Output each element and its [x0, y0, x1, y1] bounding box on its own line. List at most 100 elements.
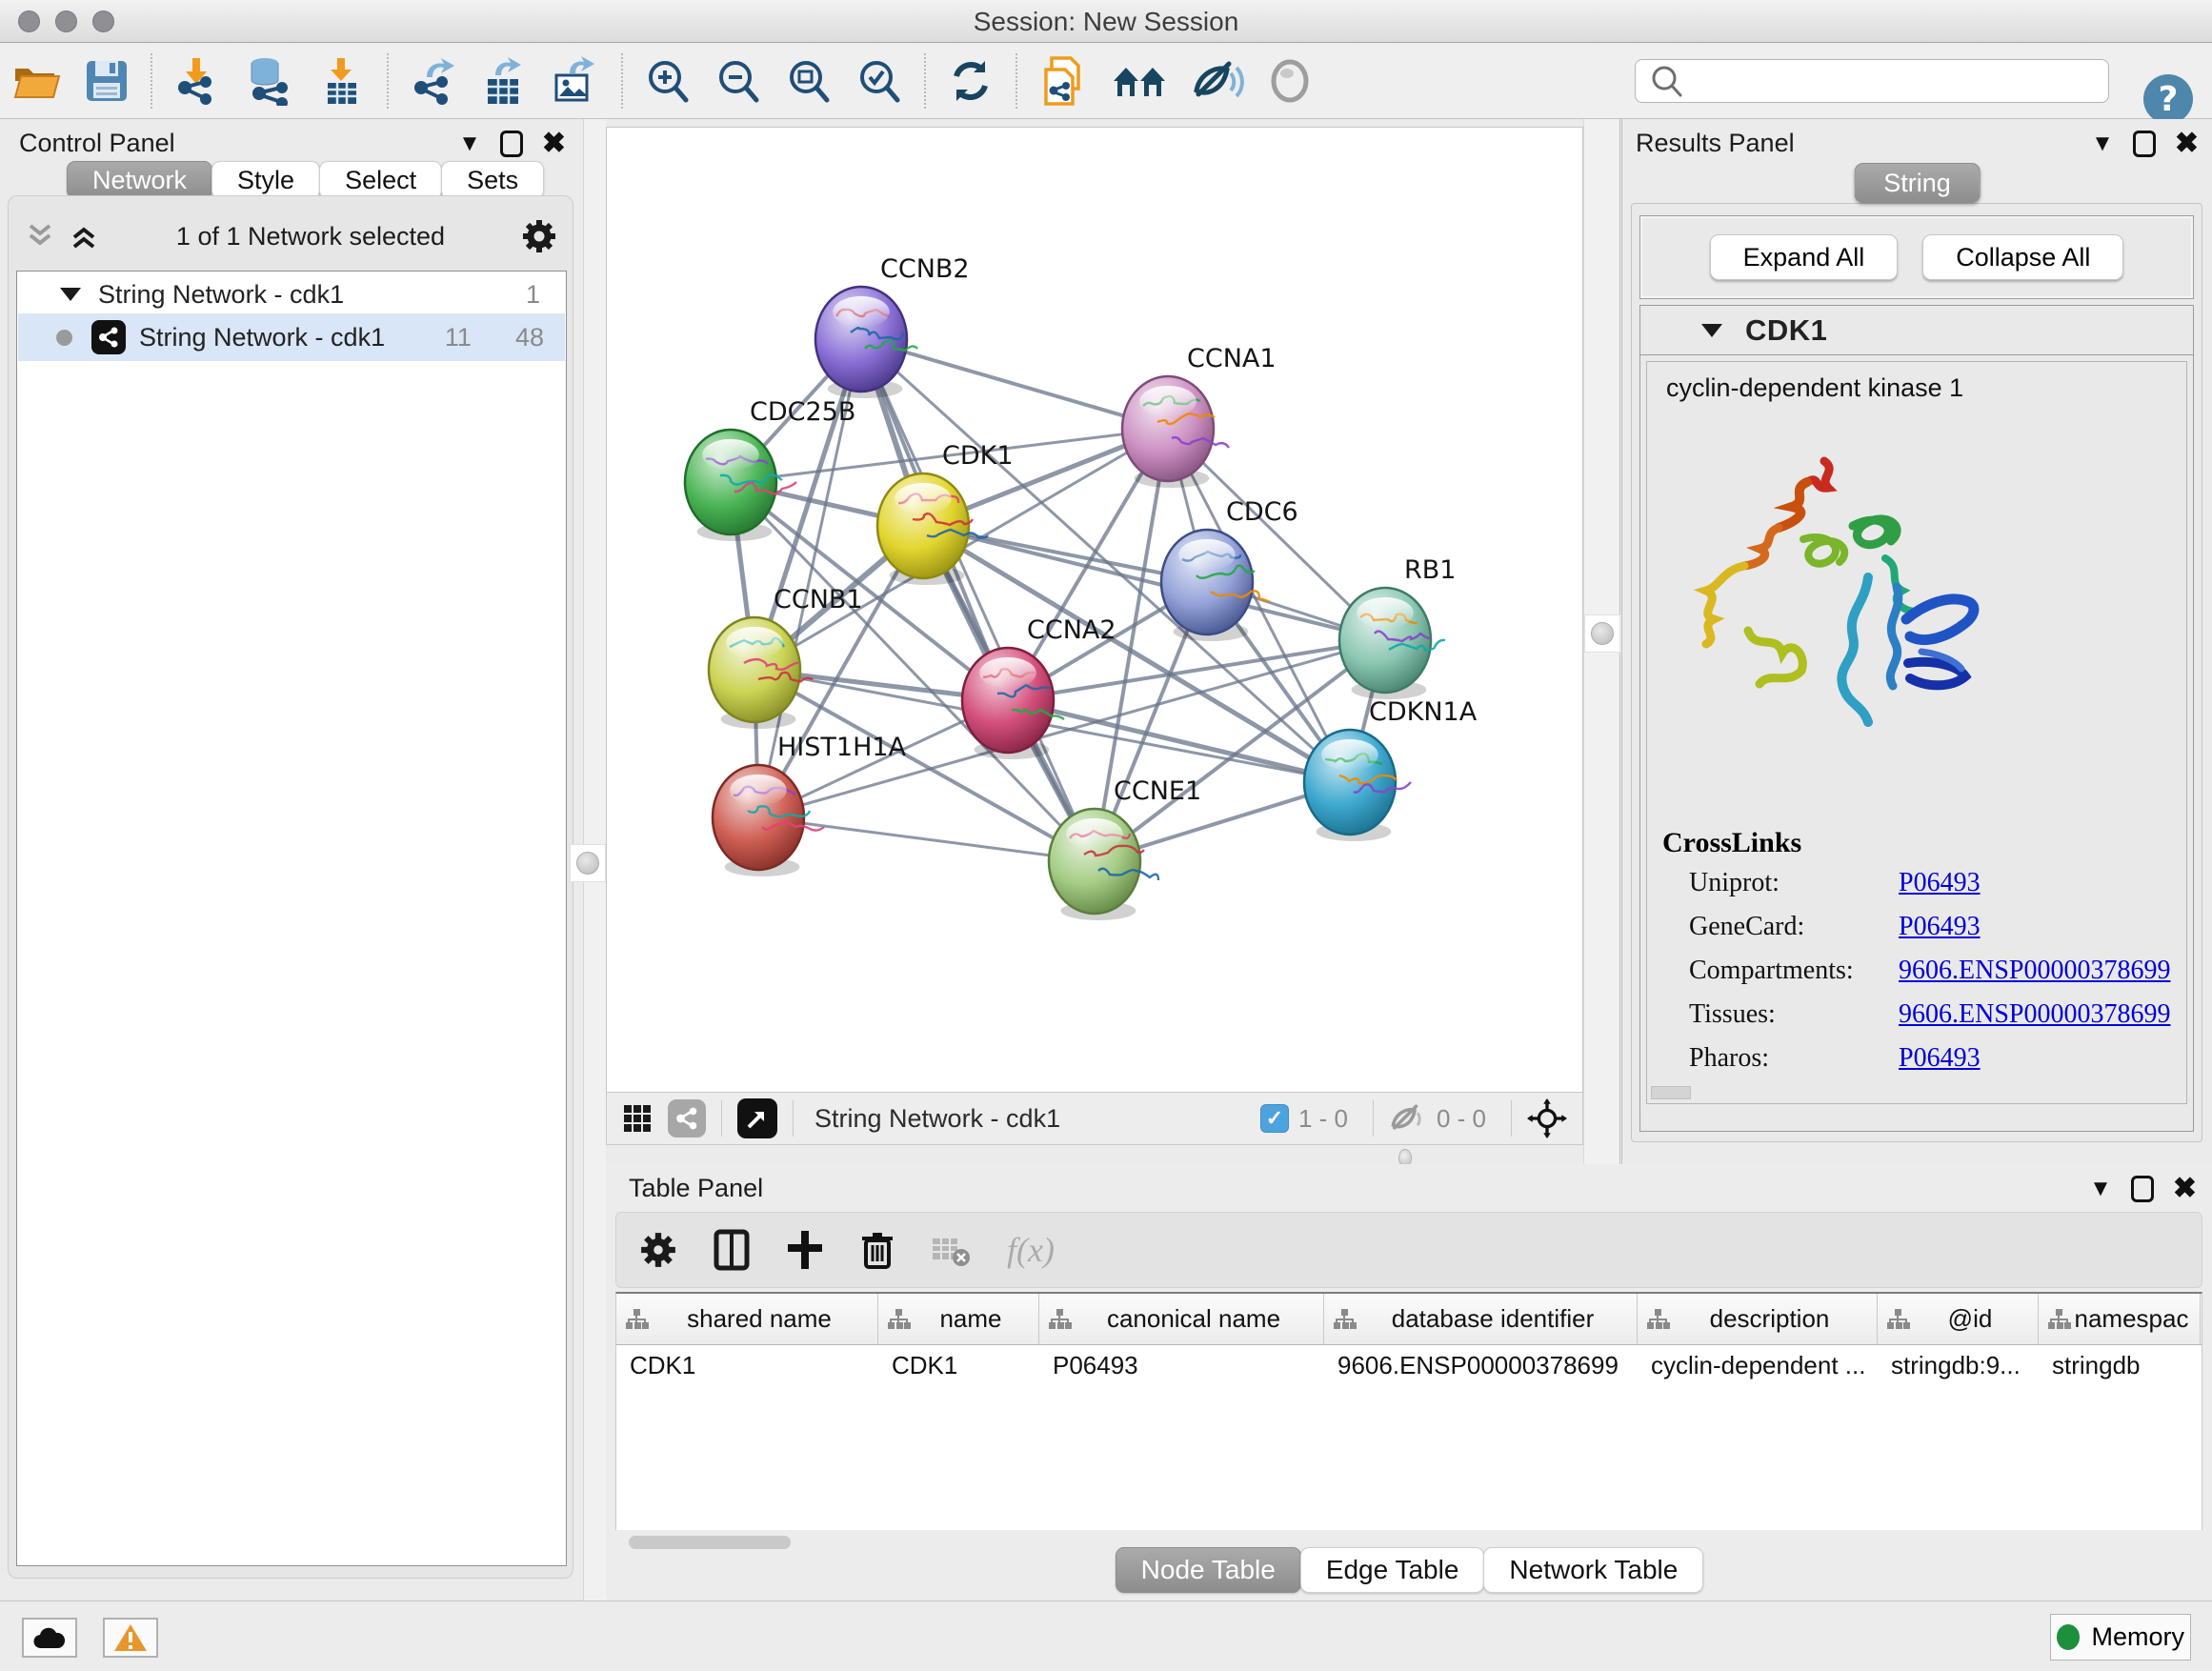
delete-trash-icon[interactable]	[860, 1229, 895, 1271]
panel-close-icon[interactable]: ✖	[2175, 127, 2199, 160]
results-hscroll-thumb[interactable]	[1651, 1086, 1691, 1099]
edge-CDK1-RB1[interactable]	[923, 526, 1385, 640]
crosslink-label: Uniprot:	[1689, 868, 1899, 898]
panel-close-icon[interactable]: ✖	[542, 127, 566, 160]
import-database-icon	[244, 56, 295, 106]
string-home-button[interactable]	[1107, 56, 1172, 106]
column-header-database-identifier[interactable]: database identifier	[1324, 1294, 1638, 1344]
right-splitter-handle[interactable]	[1584, 614, 1620, 653]
tab-select[interactable]: Select	[319, 161, 442, 199]
zoom-fit-button[interactable]	[781, 53, 836, 109]
node-RB1[interactable]	[1339, 588, 1445, 699]
network-share-view-icon[interactable]	[668, 1099, 706, 1137]
column-header-shared-name[interactable]: shared name	[616, 1294, 878, 1344]
collapse-section-icon[interactable]	[1701, 324, 1722, 337]
cell[interactable]: stringdb:9...	[1878, 1345, 2039, 1387]
table-settings-gear-icon[interactable]	[639, 1231, 677, 1269]
pan-crosshair-icon[interactable]	[1527, 1098, 1567, 1138]
tab-edge-table[interactable]: Edge Table	[1300, 1547, 1485, 1593]
node-CCNB2[interactable]	[815, 287, 917, 398]
gear-icon[interactable]	[521, 218, 557, 254]
import-table-button[interactable]	[314, 52, 370, 110]
node-label: CCNB2	[880, 254, 970, 284]
column-header-name[interactable]: name	[878, 1294, 1039, 1344]
network-tab-content: 1 of 1 Network selected String Network -…	[8, 195, 573, 1579]
node-CDC25B[interactable]	[685, 430, 796, 541]
node-HIST1H1A[interactable]	[713, 765, 824, 876]
import-network-database-button[interactable]	[240, 52, 299, 110]
column-header-@id[interactable]: @id	[1878, 1294, 2039, 1344]
warnings-button[interactable]	[103, 1618, 158, 1658]
birds-eye-view-icon[interactable]	[737, 1098, 777, 1138]
export-image-button[interactable]	[547, 52, 604, 110]
open-session-button[interactable]	[8, 55, 65, 107]
collapse-all-icon[interactable]	[24, 222, 56, 251]
tab-network[interactable]: Network	[67, 161, 212, 199]
cell[interactable]: cyclin-dependent ...	[1638, 1345, 1878, 1387]
panel-float-icon[interactable]	[2131, 1176, 2154, 1202]
crosslink-link[interactable]: P06493	[1899, 1043, 1981, 1074]
cell[interactable]: stringdb	[2039, 1345, 2201, 1387]
panel-minimize-icon[interactable]: ▼	[2089, 1176, 2112, 1202]
network-collection-row[interactable]: String Network - cdk1 1	[18, 275, 565, 313]
cloud-status-button[interactable]	[22, 1618, 77, 1658]
selected-nodes-checkbox[interactable]: ✓	[1260, 1104, 1289, 1133]
column-header-description[interactable]: description	[1638, 1294, 1878, 1344]
tab-string[interactable]: String	[1854, 163, 1981, 203]
table-row[interactable]: CDK1CDK1P064939606.ENSP00000378699cyclin…	[616, 1345, 2202, 1387]
node-label: CCNB1	[774, 585, 863, 614]
cell[interactable]: CDK1	[616, 1345, 878, 1387]
panel-minimize-icon[interactable]: ▼	[2091, 131, 2114, 157]
clone-network-button[interactable]	[1035, 50, 1092, 111]
zoom-out-button[interactable]	[711, 53, 766, 109]
add-column-icon[interactable]	[714, 1229, 750, 1271]
cell[interactable]: 9606.ENSP00000378699	[1324, 1345, 1638, 1387]
save-session-button[interactable]	[80, 54, 133, 108]
import-network-file-button[interactable]	[170, 52, 225, 110]
panel-float-icon[interactable]	[2133, 131, 2156, 157]
panel-minimize-icon[interactable]: ▼	[458, 131, 481, 157]
eye-ball-icon	[1267, 58, 1313, 104]
cell[interactable]: P06493	[1039, 1345, 1324, 1387]
zoom-in-button[interactable]	[640, 53, 695, 109]
export-table-button[interactable]	[476, 52, 532, 110]
crosslink-link[interactable]: 9606.ENSP00000378699	[1899, 999, 2170, 1030]
protein-card-header[interactable]: CDK1	[1640, 306, 2193, 355]
hide-labels-button[interactable]	[1187, 54, 1248, 108]
panel-float-icon[interactable]	[500, 131, 523, 157]
crosslink-link[interactable]: P06493	[1899, 912, 1981, 942]
hidden-elements-icon[interactable]	[1389, 1102, 1427, 1135]
node-CDK1[interactable]	[877, 473, 987, 585]
column-header-canonical-name[interactable]: canonical name	[1039, 1294, 1324, 1344]
crosslink-link[interactable]: 9606.ENSP00000378699	[1899, 956, 2170, 986]
expand-all-icon[interactable]	[68, 222, 100, 251]
add-row-plus-icon[interactable]	[786, 1229, 824, 1271]
tab-style[interactable]: Style	[211, 161, 320, 199]
crosslink-link[interactable]: P06493	[1899, 868, 1981, 898]
grid-view-icon[interactable]	[622, 1103, 653, 1134]
left-splitter-handle[interactable]	[570, 844, 606, 882]
tab-node-table[interactable]: Node Table	[1116, 1547, 1301, 1593]
panel-close-icon[interactable]: ✖	[2173, 1172, 2197, 1205]
tab-network-table[interactable]: Network Table	[1483, 1547, 1703, 1593]
export-network-button[interactable]	[406, 52, 461, 110]
tree-expand-icon[interactable]	[60, 288, 81, 301]
show-graphics-details-button[interactable]	[1263, 54, 1317, 108]
node-CCNA2[interactable]	[962, 648, 1064, 759]
node-CDKN1A[interactable]	[1304, 730, 1411, 841]
help-button[interactable]: ?	[2143, 74, 2193, 124]
expand-all-button[interactable]: Expand All	[1710, 234, 1899, 280]
edge-CCNB2-CCNA1[interactable]	[861, 339, 1168, 429]
network-canvas[interactable]: CCNB2CCNA1CDC25BCDK1CDC6RB1CCNB1CCNA2CDK…	[606, 127, 1583, 1092]
cell[interactable]: CDK1	[878, 1345, 1039, 1387]
tab-sets[interactable]: Sets	[441, 161, 544, 199]
collapse-all-button[interactable]: Collapse All	[1922, 234, 2123, 280]
network-row-selected[interactable]: String Network - cdk1 11 48	[18, 313, 565, 361]
refresh-button[interactable]	[943, 53, 998, 109]
zoom-selected-button[interactable]	[852, 53, 907, 109]
column-header-namespac[interactable]: namespac	[2039, 1294, 2201, 1344]
edge-CCNB2-CCNE1[interactable]	[861, 339, 1095, 861]
memory-button[interactable]: Memory	[2050, 1614, 2191, 1661]
edge-CCNE1-HIST1H1A[interactable]	[758, 817, 1095, 861]
search-input[interactable]	[1689, 62, 2108, 100]
